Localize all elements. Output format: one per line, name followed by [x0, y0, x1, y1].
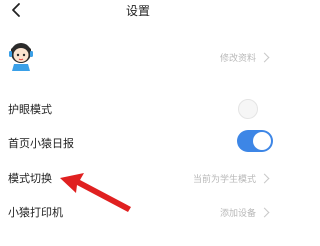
- profile-row[interactable]: 修改资料: [0, 38, 276, 76]
- page-title: 设置: [125, 4, 150, 18]
- eye-care-row: 护眼模式: [0, 96, 276, 122]
- mode-switch-label: 模式切换: [8, 172, 52, 185]
- eye-care-toggle[interactable]: [238, 99, 258, 119]
- top-bar: 设置: [0, 0, 276, 20]
- toggle-knob: [253, 132, 271, 150]
- mode-switch-value: 当前为学生模式: [192, 175, 256, 185]
- homepage-daily-row: 首页小猿日报: [0, 130, 276, 156]
- printer-label: 小猿打印机: [8, 206, 63, 219]
- avatar: [9, 43, 33, 71]
- chevron-right-icon: [259, 52, 270, 63]
- homepage-daily-label: 首页小猿日报: [8, 137, 74, 150]
- mode-switch-row[interactable]: 模式切换 当前为学生模式: [0, 166, 276, 192]
- chevron-right-icon: [259, 207, 270, 218]
- homepage-daily-toggle[interactable]: [237, 130, 273, 152]
- eye-care-label: 护眼模式: [8, 103, 52, 116]
- chevron-right-icon: [259, 173, 270, 184]
- edit-profile-label: 修改资料: [219, 54, 256, 64]
- printer-value: 添加设备: [219, 209, 256, 219]
- printer-row[interactable]: 小猿打印机 添加设备: [0, 200, 276, 226]
